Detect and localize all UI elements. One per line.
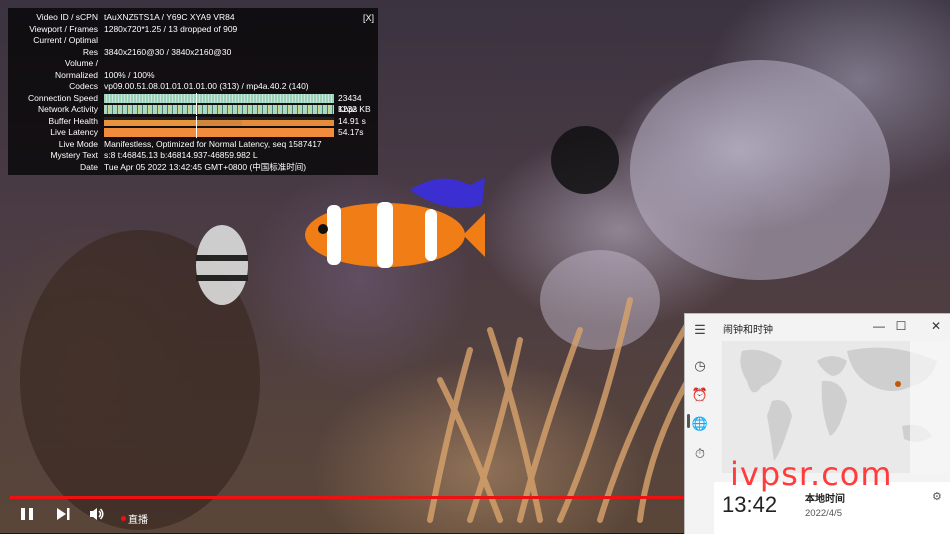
stats-row-network-activity: Network Activity 1232 KB: [8, 104, 378, 116]
stats-value: vp09.00.51.08.01.01.01.01.00 (313) / mp4…: [104, 81, 309, 91]
stats-row-connection-speed: Connection Speed 23434 Kbps: [8, 92, 378, 114]
stats-key: Live Latency: [50, 127, 98, 137]
menu-icon[interactable]: ☰: [690, 320, 710, 340]
live-dot-icon: [121, 516, 126, 521]
stats-value: 100% / 100%: [104, 69, 155, 80]
stats-key: Normalized: [55, 69, 98, 80]
clock-app-window: ☰ ◷ ⏰ 🌐 ⏱ 闹钟和时钟 — ☐ ✕ 13:42 本地时间 2022/4/…: [684, 313, 950, 534]
clownfish: [305, 202, 485, 268]
stats-row: Res 3840x2160@30 / 3840x2160@30: [8, 47, 378, 59]
stats-key: Current / Optimal: [33, 35, 98, 45]
stats-row: Normalized 100% / 100%: [8, 70, 378, 82]
progress-bar[interactable]: [10, 496, 684, 499]
alarm-icon[interactable]: ⏰: [690, 385, 710, 405]
stats-key: Volume /: [64, 58, 98, 68]
stats-row: Video ID / sCPN tAuXNZ5TS1A / Y69C XYA9 …: [8, 12, 378, 24]
maximize-button[interactable]: ☐: [890, 317, 912, 335]
local-date: 2022/4/5: [805, 508, 842, 519]
stats-row: Date Tue Apr 05 2022 13:42:45 GMT+0800 (…: [8, 162, 378, 174]
live-latency-graph: [104, 127, 334, 138]
stats-key: Connection Speed: [28, 92, 98, 103]
connection-speed-graph: [104, 92, 334, 104]
stats-row-buffer-health: Buffer Health 14.91 s: [8, 115, 378, 128]
stats-key: Buffer Health: [48, 115, 98, 126]
stats-row: Codecs vp09.00.51.08.01.01.01.01.00 (313…: [8, 81, 378, 93]
stats-row: Volume /: [8, 58, 378, 70]
stats-value: 14.91 s: [338, 115, 366, 126]
stats-key: Codecs: [69, 81, 98, 91]
stats-value: 54.17s: [338, 127, 364, 137]
stats-row: Mystery Text s:8 t:46845.13 b:46814.937-…: [8, 150, 378, 162]
stats-row: Live Mode Manifestless, Optimized for No…: [8, 139, 378, 151]
local-time: 13:42: [722, 492, 778, 517]
stats-for-nerds-panel: [X] Video ID / sCPN tAuXNZ5TS1A / Y69C X…: [8, 8, 378, 175]
stats-key: Video ID / sCPN: [36, 12, 98, 22]
stats-value: Manifestless, Optimized for Normal Laten…: [104, 138, 322, 149]
world-clock-icon[interactable]: 🌐: [690, 414, 710, 434]
stats-row-live-latency: Live Latency 54.17s: [8, 127, 378, 139]
stats-value: s:8 t:46845.13 b:46814.937-46859.982 L: [104, 150, 258, 160]
stats-key: Viewport / Frames: [29, 23, 98, 34]
stats-value: 3840x2160@30 / 3840x2160@30: [104, 46, 232, 57]
clock-nav: ☰ ◷ ⏰ 🌐 ⏱: [685, 314, 715, 534]
next-icon[interactable]: [55, 506, 71, 525]
volume-icon[interactable]: [89, 506, 105, 525]
buffer-health-graph: [104, 115, 334, 127]
minimize-button[interactable]: —: [868, 317, 890, 335]
stats-key: Date: [80, 161, 98, 172]
gear-icon[interactable]: ⚙: [932, 490, 942, 503]
live-label[interactable]: 直播: [128, 511, 148, 526]
close-button[interactable]: ✕: [925, 317, 947, 335]
pause-icon[interactable]: [19, 506, 35, 525]
stats-key: Network Activity: [38, 104, 98, 114]
stats-value: 1232 KB: [338, 104, 371, 114]
stats-row: Viewport / Frames 1280x720*1.25 / 13 dro…: [8, 24, 378, 36]
stats-value: Tue Apr 05 2022 13:42:45 GMT+0800 (中国标准时…: [104, 161, 307, 172]
stats-key: Res: [82, 46, 98, 57]
world-map[interactable]: [722, 341, 950, 473]
stopwatch-icon[interactable]: ⏱: [690, 444, 710, 464]
watermark: ivpsr.com: [730, 455, 893, 493]
stats-key: Mystery Text: [50, 150, 98, 160]
stats-value: tAuXNZ5TS1A / Y69C XYA9 VR84: [104, 12, 235, 22]
timer-icon[interactable]: ◷: [690, 356, 710, 376]
window-title: 闹钟和时钟: [723, 325, 773, 336]
stats-key: Live Mode: [58, 138, 98, 149]
stats-value: 1280x720*1.25 / 13 dropped of 909: [104, 23, 238, 34]
network-activity-graph: [104, 104, 334, 115]
stats-row: Current / Optimal: [8, 35, 378, 47]
